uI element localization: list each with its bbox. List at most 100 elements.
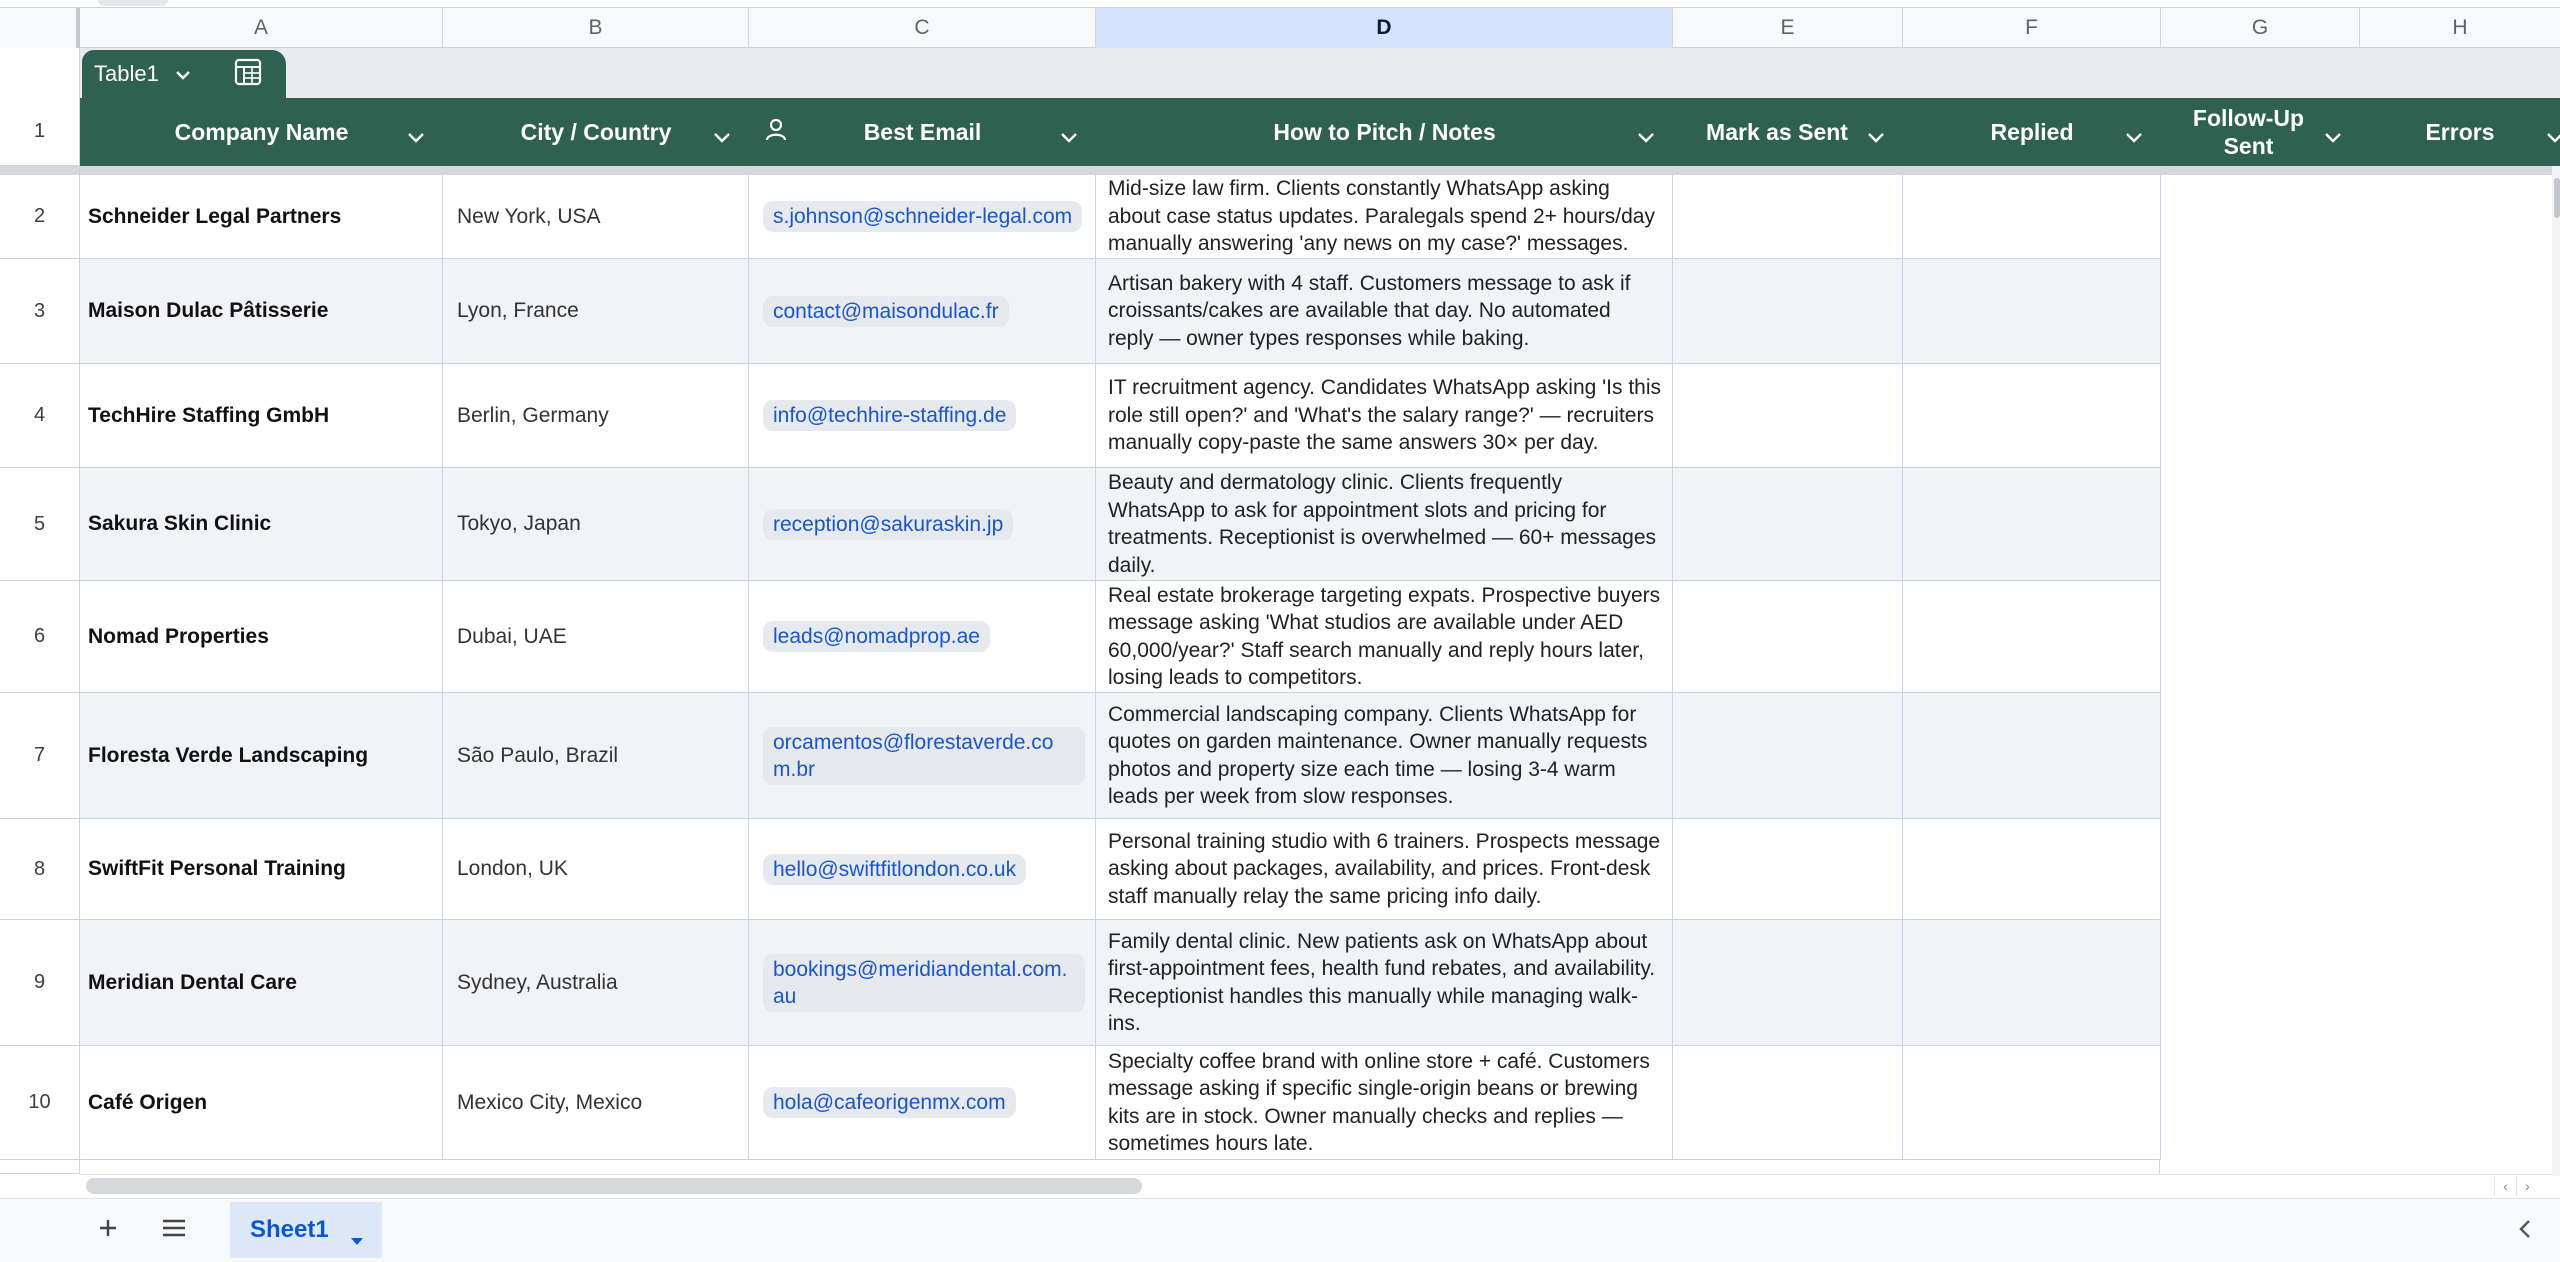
cell-how-to-pitch[interactable]: Mid-size law firm. Clients constantly Wh… <box>1096 175 1673 259</box>
cell-how-to-pitch[interactable]: Commercial landscaping company. Clients … <box>1096 693 1673 819</box>
cell-replied[interactable] <box>1903 920 2161 1046</box>
row-number[interactable]: 10 <box>0 1046 80 1160</box>
cell-errors[interactable] <box>2360 693 2552 819</box>
email-chip[interactable]: bookings@meridiandental.com.au <box>763 953 1085 1012</box>
cell-city-country[interactable]: Mexico City, Mexico <box>443 1046 749 1160</box>
email-chip[interactable]: contact@maisondulac.fr <box>763 295 1009 327</box>
cell-replied[interactable] <box>1903 581 2161 693</box>
cell-company-name[interactable]: Nomad Properties <box>80 581 443 693</box>
row-number[interactable]: 7 <box>0 693 80 819</box>
cell-company-name[interactable]: Schneider Legal Partners <box>80 175 443 259</box>
row-number[interactable]: 8 <box>0 819 80 920</box>
column-header-h[interactable]: H <box>2360 8 2560 48</box>
cell-company-name[interactable]: Maison Dulac Pâtisserie <box>80 259 443 364</box>
cell-mark-as-sent[interactable] <box>1673 1046 1903 1160</box>
row-number[interactable]: 5 <box>0 468 80 581</box>
column-header-e[interactable]: E <box>1673 8 1903 48</box>
chevron-down-icon[interactable] <box>1060 122 1078 150</box>
cell-how-to-pitch[interactable]: Family dental clinic. New patients ask o… <box>1096 920 1673 1046</box>
column-header-c[interactable]: C <box>749 8 1096 48</box>
header-follow-up-sent[interactable]: Follow-Up Sent <box>2161 98 2360 166</box>
cell-how-to-pitch[interactable]: Beauty and dermatology clinic. Clients f… <box>1096 468 1673 581</box>
email-chip[interactable]: hola@cafeorigenmx.com <box>763 1087 1016 1118</box>
row-number[interactable]: 3 <box>0 259 80 364</box>
cell-errors[interactable] <box>2360 175 2552 259</box>
cell-best-email[interactable]: leads@nomadprop.ae <box>749 581 1096 693</box>
cell-company-name[interactable]: Floresta Verde Landscaping <box>80 693 443 819</box>
cell-follow-up-sent[interactable] <box>2161 364 2360 468</box>
cell-best-email[interactable]: s.johnson@schneider-legal.com <box>749 175 1096 259</box>
cell-follow-up-sent[interactable] <box>2161 920 2360 1046</box>
cell-follow-up-sent[interactable] <box>2161 819 2360 920</box>
scroll-left-arrow[interactable]: ‹ <box>2494 1176 2516 1196</box>
row-number[interactable]: 9 <box>0 920 80 1046</box>
table-tools-button[interactable] <box>210 50 286 98</box>
cell-mark-as-sent[interactable] <box>1673 175 1903 259</box>
column-header-f[interactable]: F <box>1903 8 2161 48</box>
cell-replied[interactable] <box>1903 1046 2161 1160</box>
column-header-g[interactable]: G <box>2161 8 2360 48</box>
column-header-b[interactable]: B <box>443 8 749 48</box>
cell-city-country[interactable]: New York, USA <box>443 175 749 259</box>
cell-how-to-pitch[interactable]: Specialty coffee brand with online store… <box>1096 1046 1673 1160</box>
horizontal-scroll-thumb[interactable] <box>86 1178 1142 1194</box>
chevron-down-icon[interactable] <box>1637 122 1655 150</box>
cell-follow-up-sent[interactable] <box>2161 693 2360 819</box>
cell-mark-as-sent[interactable] <box>1673 259 1903 364</box>
cell-errors[interactable] <box>2360 819 2552 920</box>
add-sheet-button[interactable] <box>92 1214 124 1246</box>
header-city-country[interactable]: City / Country <box>443 98 749 166</box>
cell-how-to-pitch[interactable]: IT recruitment agency. Candidates WhatsA… <box>1096 364 1673 468</box>
cell-best-email[interactable]: hello@swiftfitlondon.co.uk <box>749 819 1096 920</box>
cell-follow-up-sent[interactable] <box>2161 468 2360 581</box>
cell-best-email[interactable]: bookings@meridiandental.com.au <box>749 920 1096 1046</box>
cell-mark-as-sent[interactable] <box>1673 819 1903 920</box>
cell-errors[interactable] <box>2360 468 2552 581</box>
select-all-corner[interactable] <box>0 8 80 48</box>
vertical-scroll-thumb[interactable] <box>2554 178 2560 218</box>
cell-errors[interactable] <box>2360 1046 2552 1160</box>
cell-city-country[interactable]: Berlin, Germany <box>443 364 749 468</box>
cell-city-country[interactable]: Tokyo, Japan <box>443 468 749 581</box>
header-errors[interactable]: Errors <box>2360 98 2560 166</box>
cell-mark-as-sent[interactable] <box>1673 364 1903 468</box>
cell-follow-up-sent[interactable] <box>2161 581 2360 693</box>
sheet-tab-sheet1[interactable]: Sheet1 <box>230 1202 382 1258</box>
chevron-down-icon[interactable] <box>2324 122 2342 150</box>
header-how-to-pitch[interactable]: How to Pitch / Notes <box>1096 98 1673 166</box>
cell-errors[interactable] <box>2360 920 2552 1046</box>
collapse-sidebar-button[interactable] <box>2510 1216 2540 1246</box>
cell-mark-as-sent[interactable] <box>1673 468 1903 581</box>
cell-replied[interactable] <box>1903 259 2161 364</box>
chevron-down-icon[interactable] <box>2546 122 2560 150</box>
cell-replied[interactable] <box>1903 364 2161 468</box>
cell-best-email[interactable]: info@techhire-staffing.de <box>749 364 1096 468</box>
vertical-scrollbar[interactable] <box>2552 166 2560 1176</box>
header-replied[interactable]: Replied <box>1903 98 2161 166</box>
cell-city-country[interactable]: London, UK <box>443 819 749 920</box>
chevron-down-icon[interactable] <box>2125 122 2143 150</box>
frozen-row-divider[interactable] <box>80 166 2560 175</box>
email-chip[interactable]: hello@swiftfitlondon.co.uk <box>763 853 1027 885</box>
cell-company-name[interactable]: TechHire Staffing GmbH <box>80 364 443 468</box>
cell-follow-up-sent[interactable] <box>2161 259 2360 364</box>
email-chip[interactable]: info@techhire-staffing.de <box>763 400 1017 431</box>
cell-mark-as-sent[interactable] <box>1673 693 1903 819</box>
cell-errors[interactable] <box>2360 581 2552 693</box>
caret-down-icon[interactable] <box>350 1226 364 1254</box>
email-chip[interactable]: orcamentos@florestaverde.com.br <box>763 726 1085 785</box>
header-mark-as-sent[interactable]: Mark as Sent <box>1673 98 1903 166</box>
column-header-d[interactable]: D <box>1096 8 1673 48</box>
table-name-button[interactable]: Table1 <box>82 50 210 98</box>
header-company-name[interactable]: Company Name <box>80 98 443 166</box>
cell-replied[interactable] <box>1903 468 2161 581</box>
cell-company-name[interactable]: Sakura Skin Clinic <box>80 468 443 581</box>
header-best-email[interactable]: Best Email <box>749 98 1096 166</box>
scroll-right-arrow[interactable]: › <box>2516 1176 2538 1196</box>
chevron-down-icon[interactable] <box>1867 122 1885 150</box>
chevron-down-icon[interactable] <box>713 122 731 150</box>
cell-errors[interactable] <box>2360 364 2552 468</box>
cell-company-name[interactable]: Café Origen <box>80 1046 443 1160</box>
cell-city-country[interactable]: Lyon, France <box>443 259 749 364</box>
cell-replied[interactable] <box>1903 175 2161 259</box>
